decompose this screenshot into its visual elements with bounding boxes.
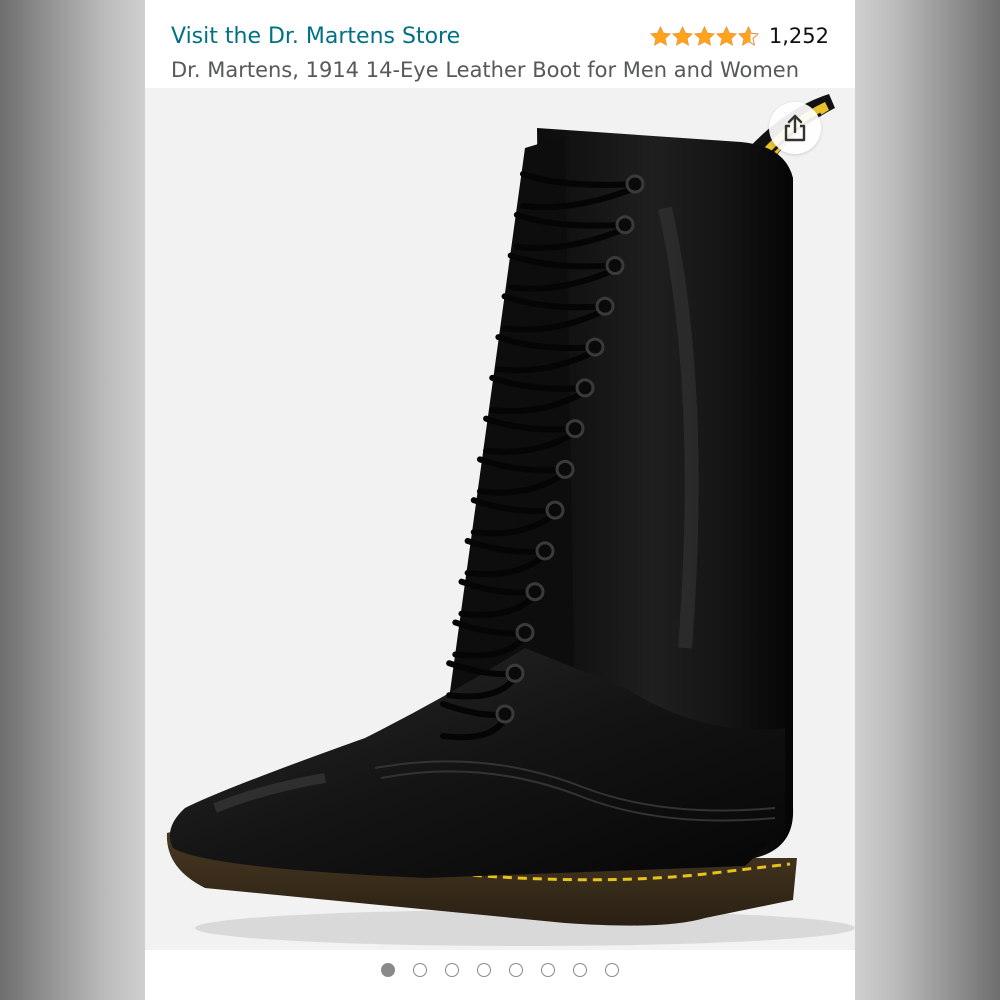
rating-summary[interactable]: 1,252 <box>649 24 829 48</box>
star-icon <box>671 25 693 46</box>
store-link[interactable]: Visit the Dr. Martens Store <box>171 24 460 49</box>
product-title: Dr. Martens, 1914 14-Eye Leather Boot fo… <box>171 58 800 82</box>
share-icon <box>784 114 806 142</box>
carousel-dot[interactable] <box>413 963 427 977</box>
carousel-dot[interactable] <box>477 963 491 977</box>
star-icon <box>715 25 737 46</box>
product-image[interactable] <box>145 88 855 950</box>
star-icon <box>737 25 759 46</box>
review-count[interactable]: 1,252 <box>769 24 829 48</box>
backdrop-left <box>0 0 145 1000</box>
share-button[interactable] <box>769 102 821 154</box>
carousel-dot[interactable] <box>573 963 587 977</box>
carousel-dot[interactable] <box>541 963 555 977</box>
carousel-dot[interactable] <box>509 963 523 977</box>
boot-image <box>166 94 855 946</box>
carousel-dot[interactable] <box>445 963 459 977</box>
star-icon <box>693 25 715 46</box>
product-panel: Visit the Dr. Martens Store 1,252 Dr. Ma… <box>145 0 855 1000</box>
carousel-dot[interactable] <box>381 963 395 977</box>
carousel-dot[interactable] <box>605 963 619 977</box>
image-carousel-indicator <box>145 963 855 977</box>
star-rating <box>649 25 759 47</box>
star-icon <box>649 25 671 46</box>
backdrop-right <box>855 0 1000 1000</box>
